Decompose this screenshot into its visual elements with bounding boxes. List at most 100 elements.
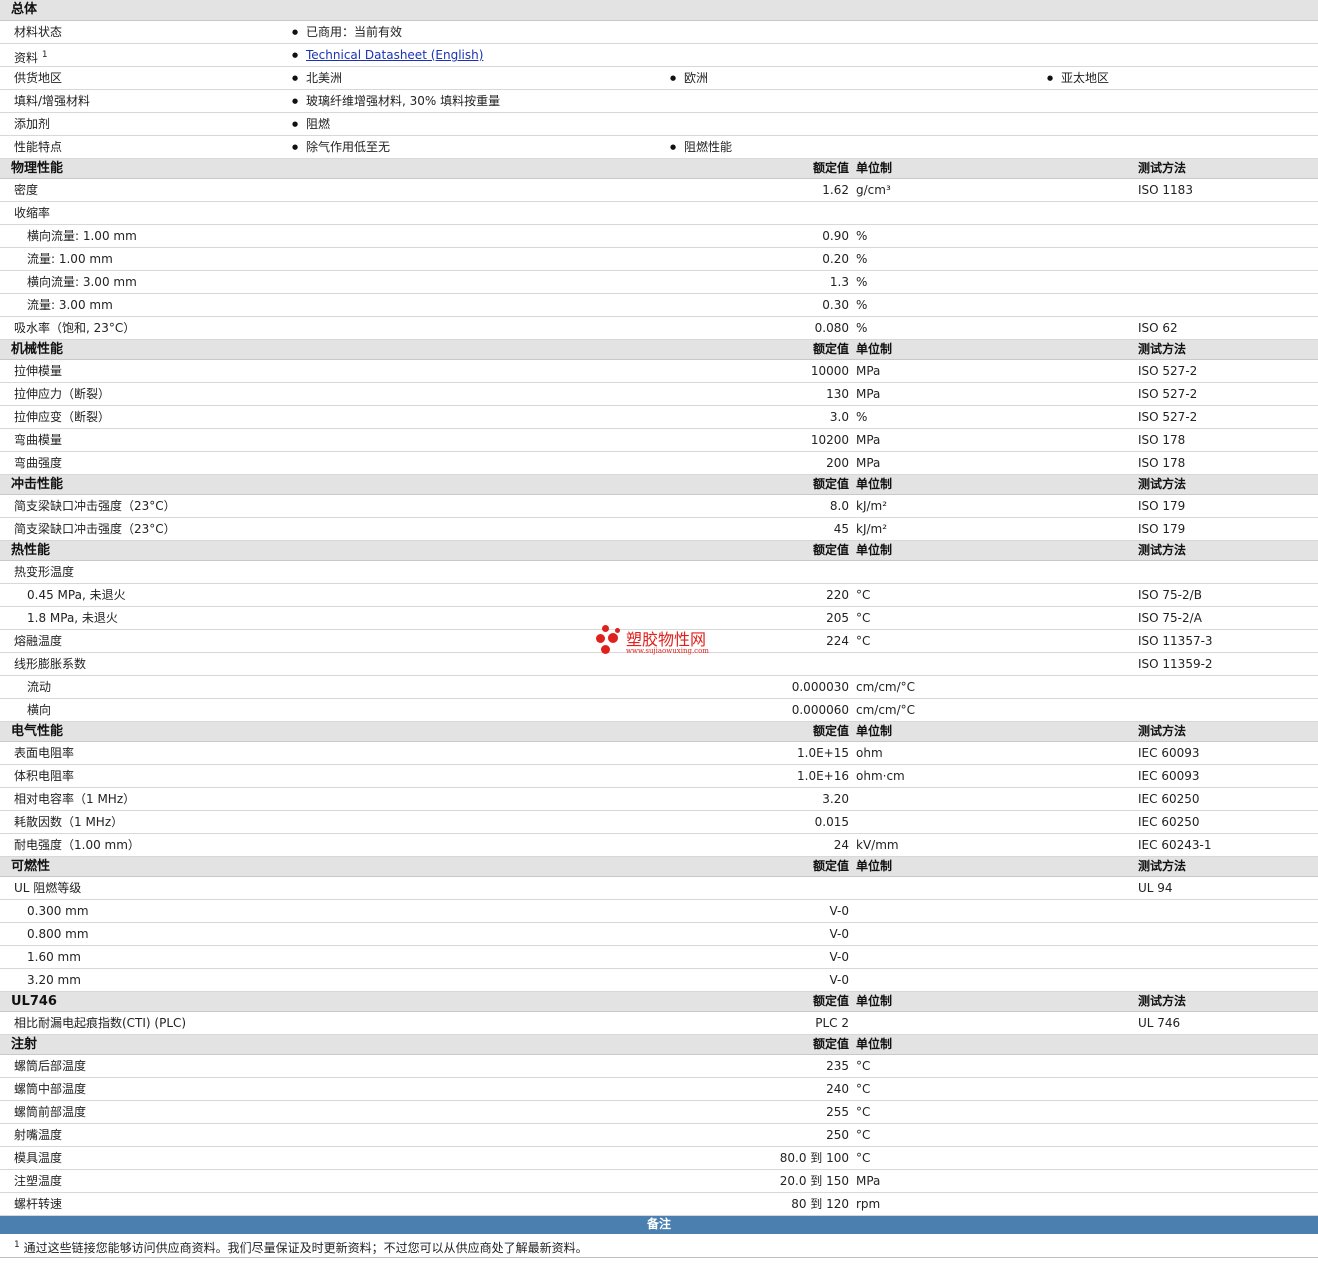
- column-header-unit: 单位制: [856, 859, 893, 873]
- property-value: 250: [826, 1128, 849, 1142]
- property-unit: °C: [856, 611, 871, 625]
- column-header-test: 测试方法: [1138, 994, 1187, 1008]
- property-unit: °C: [856, 634, 871, 648]
- footnote-marker: 1: [41, 50, 48, 60]
- bullet-item: 玻璃纤维增强材料, 30% 填料按重量: [292, 90, 500, 112]
- property-label: 拉伸模量: [14, 364, 63, 378]
- section-header: 机械性能 额定值 单位制 测试方法: [0, 340, 1318, 360]
- property-unit: °C: [856, 1128, 871, 1142]
- section-header: 热性能 额定值 单位制 测试方法: [0, 541, 1318, 561]
- notes-title-bar: 备注: [0, 1216, 1318, 1234]
- property-label: 螺杆转速: [14, 1197, 63, 1211]
- property-value: 130: [826, 387, 849, 401]
- property-value: 0.080: [814, 321, 849, 335]
- property-label: 螺筒后部温度: [14, 1059, 87, 1073]
- property-value: 200: [826, 456, 849, 470]
- property-row: 螺筒前部温度 255 °C: [0, 1101, 1318, 1124]
- property-value: 1.62: [822, 183, 849, 197]
- property-unit: g/cm³: [856, 183, 891, 197]
- property-row: 注塑温度 20.0 到 150 MPa: [0, 1170, 1318, 1193]
- column-header-value: 额定值: [812, 477, 849, 491]
- property-value: 220: [826, 588, 849, 602]
- property-unit: rpm: [856, 1197, 881, 1211]
- section-header: 物理性能 额定值 单位制 测试方法: [0, 159, 1318, 179]
- property-row: 耐电强度（1.00 mm） 24 kV/mm IEC 60243-1: [0, 834, 1318, 857]
- property-label: 1.8 MPa, 未退火: [27, 611, 118, 625]
- property-value: 3.0: [829, 410, 849, 424]
- property-row: 简支梁缺口冲击强度（23°C） 8.0 kJ/m² ISO 179: [0, 495, 1318, 518]
- property-label: 0.45 MPa, 未退火: [27, 588, 126, 602]
- property-unit: cm/cm/°C: [856, 703, 916, 717]
- property-unit: °C: [856, 1151, 871, 1165]
- property-value: V-0: [829, 973, 849, 987]
- property-label: 体积电阻率: [14, 769, 75, 783]
- property-label: 相对电容率（1 MHz）: [14, 792, 136, 806]
- property-value: 255: [826, 1105, 849, 1119]
- bullet-text: 欧洲: [684, 71, 709, 85]
- property-unit: °C: [856, 1059, 871, 1073]
- property-value: 235: [826, 1059, 849, 1073]
- test-method: ISO 179: [1138, 499, 1186, 513]
- property-unit: kJ/m²: [856, 522, 888, 536]
- property-label: 射嘴温度: [14, 1128, 63, 1142]
- property-label: UL 阻燃等级: [14, 881, 82, 895]
- footnote-marker: 1: [14, 1240, 20, 1250]
- column-header-unit: 单位制: [856, 161, 893, 175]
- test-method: IEC 60250: [1138, 815, 1200, 829]
- property-label: 流量: 1.00 mm: [27, 252, 113, 266]
- property-label: 耗散因数（1 MHz）: [14, 815, 124, 829]
- section-title: 物理性能: [11, 161, 64, 176]
- property-row: 0.800 mm V-0: [0, 923, 1318, 946]
- property-row: 弯曲模量 10200 MPa ISO 178: [0, 429, 1318, 452]
- property-unit: MPa: [856, 433, 881, 447]
- row-label: 填料/增强材料: [14, 90, 90, 112]
- property-value: 80.0 到 100: [779, 1151, 849, 1165]
- test-method: ISO 179: [1138, 522, 1186, 536]
- property-row: 0.45 MPa, 未退火 220 °C ISO 75-2/B: [0, 584, 1318, 607]
- column-header-value: 额定值: [812, 1037, 849, 1051]
- row-label-text: 性能特点: [14, 140, 63, 154]
- general-row: 资料 1 Technical Datasheet (English): [0, 44, 1318, 67]
- property-row: 横向 0.000060 cm/cm/°C: [0, 699, 1318, 722]
- property-value: 1.0E+15: [797, 746, 849, 760]
- property-row: 相比耐漏电起痕指数(CTI) (PLC) PLC 2 UL 746: [0, 1012, 1318, 1035]
- property-value: 10000: [810, 364, 849, 378]
- test-method: UL 94: [1138, 881, 1173, 895]
- property-row: 螺杆转速 80 到 120 rpm: [0, 1193, 1318, 1216]
- test-method: ISO 527-2: [1138, 364, 1198, 378]
- row-label-text: 填料/增强材料: [14, 94, 91, 108]
- section-title: 注射: [11, 1037, 38, 1052]
- test-method: ISO 75-2/A: [1138, 611, 1202, 625]
- property-row: 横向流量: 1.00 mm 0.90%: [0, 225, 1318, 248]
- property-value: PLC 2: [815, 1016, 849, 1030]
- technical-datasheet-link[interactable]: Technical Datasheet (English): [306, 48, 483, 62]
- section-header: 可燃性 额定值 单位制 测试方法: [0, 857, 1318, 877]
- test-method: ISO 527-2: [1138, 410, 1198, 424]
- column-header-value: 额定值: [812, 543, 849, 557]
- property-unit: %: [856, 321, 868, 335]
- property-value: 205: [826, 611, 849, 625]
- property-row: 3.20 mm V-0: [0, 969, 1318, 992]
- property-value: 10200: [810, 433, 849, 447]
- column-header-value: 额定值: [812, 342, 849, 356]
- general-row: 供货地区 北美洲 欧洲 亚太地区: [0, 67, 1318, 90]
- column-header-test: 测试方法: [1138, 342, 1187, 356]
- row-label: 材料状态: [14, 21, 62, 43]
- property-label: 3.20 mm: [27, 973, 81, 987]
- property-value: V-0: [829, 904, 849, 918]
- property-unit: MPa: [856, 387, 881, 401]
- row-label-text: 供货地区: [14, 71, 63, 85]
- property-label: 弯曲模量: [14, 433, 63, 447]
- property-value: 20.0 到 150: [779, 1174, 849, 1188]
- property-row: 弯曲强度 200 MPa ISO 178: [0, 452, 1318, 475]
- property-unit: kJ/m²: [856, 499, 888, 513]
- property-label: 线形膨胀系数: [14, 657, 87, 671]
- property-label: 1.60 mm: [27, 950, 81, 964]
- property-label: 螺筒中部温度: [14, 1082, 87, 1096]
- property-unit: cm/cm/°C: [856, 680, 916, 694]
- section-title: 热性能: [11, 543, 51, 558]
- column-header-test: 测试方法: [1138, 477, 1187, 491]
- property-value: 45: [833, 522, 849, 536]
- property-unit: MPa: [856, 364, 881, 378]
- property-label: 流动: [27, 680, 52, 694]
